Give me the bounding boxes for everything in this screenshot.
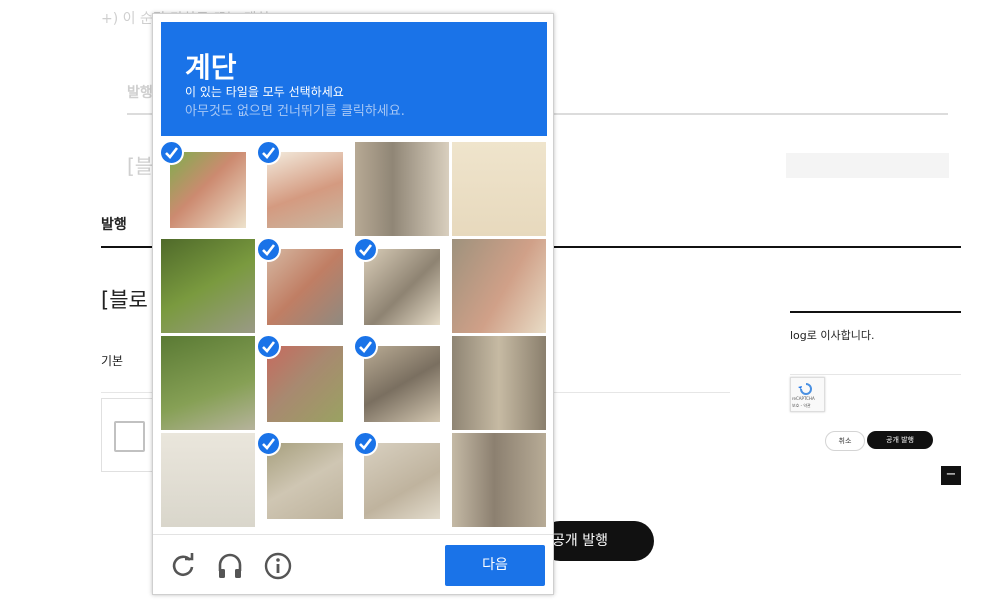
captcha-tile-11[interactable] [452,336,546,430]
recaptcha-logo-icon [796,381,816,395]
captcha-tile-4[interactable] [161,239,255,333]
captcha-tile-5[interactable] [258,239,352,333]
recaptcha-badge-sub: 보호 - 약관 [792,403,811,408]
check-icon [258,239,281,262]
reload-icon[interactable] [168,551,198,581]
captcha-tile-2[interactable] [355,142,449,236]
dialog-title-partial: [블로 [101,288,148,312]
publish-button[interactable]: 공개 발행 [540,521,654,561]
check-icon [355,239,378,262]
captcha-tile-0[interactable] [161,142,255,236]
captcha-tile-6[interactable] [355,239,449,333]
captcha-title: 계단 [185,51,237,84]
collapse-button[interactable]: − [941,466,961,485]
captcha-tile-10[interactable] [355,336,449,430]
info-icon[interactable] [263,551,293,581]
captcha-tile-14[interactable] [355,433,449,527]
check-icon [161,142,184,165]
check-icon [355,336,378,359]
captcha-tile-13[interactable] [258,433,352,527]
captcha-tile-7[interactable] [452,239,546,333]
captcha-footer: 다음 [153,534,553,595]
right-divider [790,311,961,313]
cancel-small-button[interactable]: 취소 [825,431,865,451]
check-icon [258,142,281,165]
captcha-tile-1[interactable] [258,142,352,236]
background-box [786,153,949,178]
captcha-instruction: 이 있는 타일을 모두 선택하세요 [185,85,344,99]
basic-label: 기본 [101,354,124,368]
migrate-text: log로 이사합니다. [790,329,875,342]
right-thin-divider [790,374,961,375]
recaptcha-badge[interactable]: reCAPTCHA 보호 - 약관 [790,377,825,412]
check-icon [258,336,281,359]
publish-small-button[interactable]: 공개 발행 [867,431,933,449]
captcha-tile-3[interactable] [452,142,546,236]
next-button[interactable]: 다음 [445,545,545,586]
background-tab-label: 발행 [127,85,153,101]
captcha-tile-15[interactable] [452,433,546,527]
background-title-partial: [블 [127,154,154,178]
captcha-checkbox[interactable] [114,421,145,452]
captcha-tile-9[interactable] [258,336,352,430]
check-icon [258,433,281,456]
recaptcha-badge-text: reCAPTCHA [792,396,815,401]
captcha-subtext: 아무것도 없으면 건너뛰기를 클릭하세요. [185,104,405,119]
captcha-header: 계단 이 있는 타일을 모두 선택하세요 아무것도 없으면 건너뛰기를 클릭하세… [161,22,547,136]
captcha-grid [161,142,547,528]
captcha-tile-12[interactable] [161,433,255,527]
dialog-header: 발행 [101,217,127,233]
captcha-tile-8[interactable] [161,336,255,430]
headphones-icon[interactable] [215,551,245,581]
check-icon [355,433,378,456]
captcha-challenge: 계단 이 있는 타일을 모두 선택하세요 아무것도 없으면 건너뛰기를 클릭하세… [152,13,554,595]
